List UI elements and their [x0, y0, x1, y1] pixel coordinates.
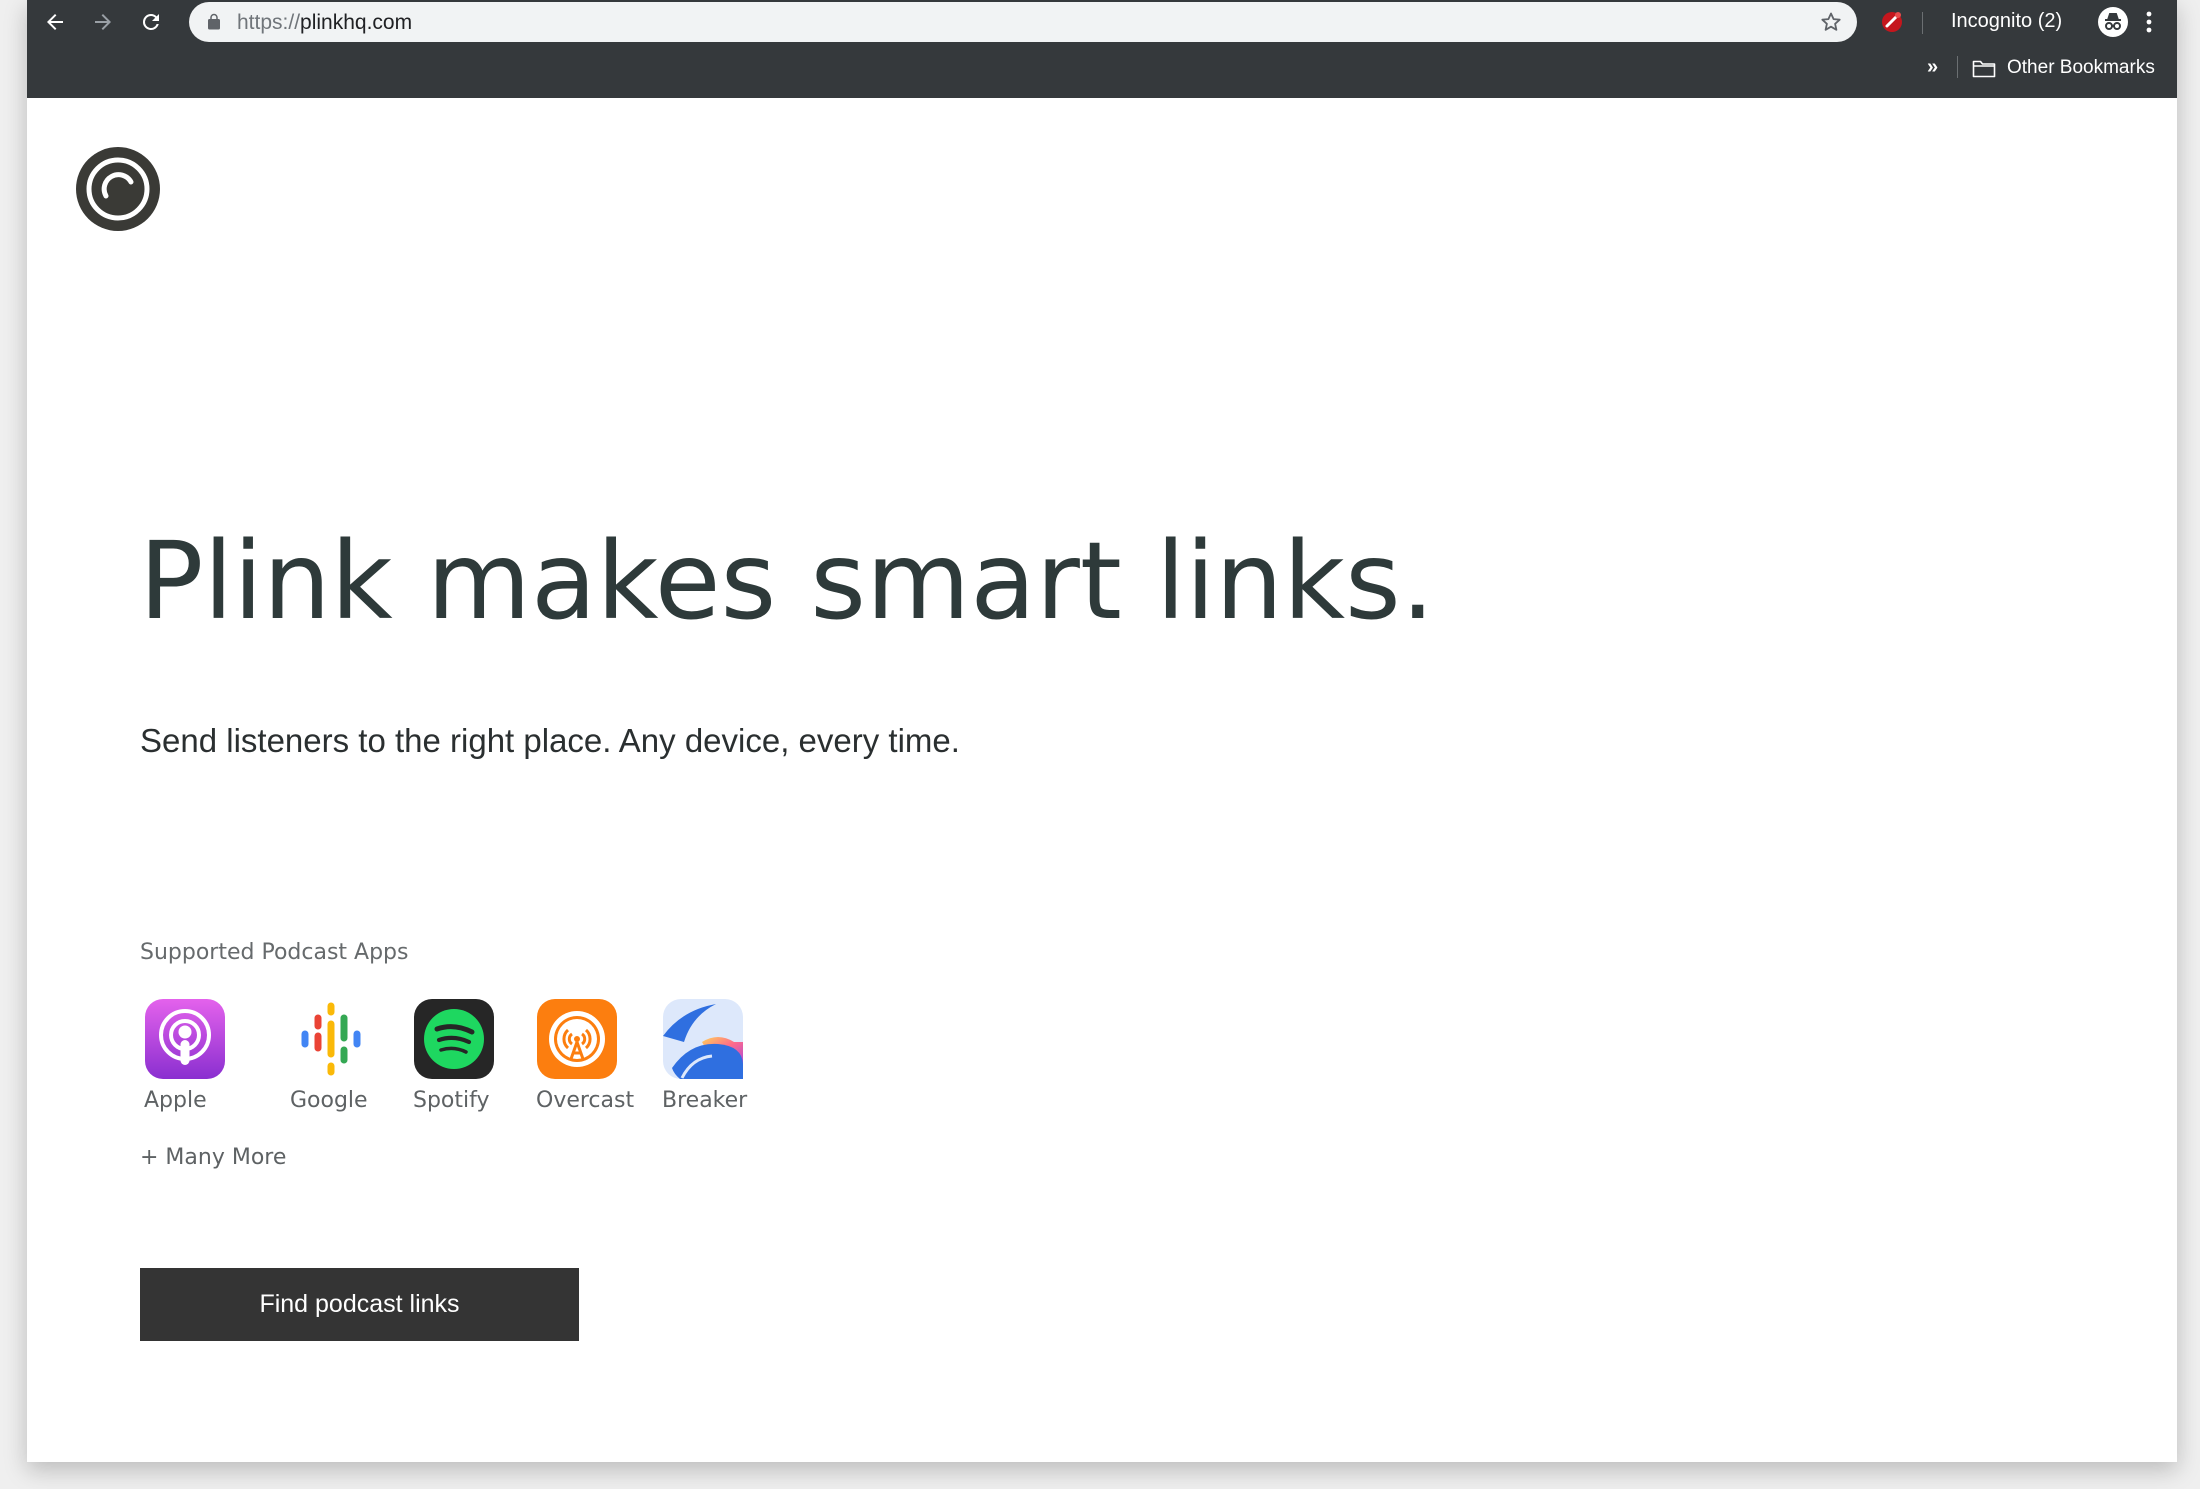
- toolbar-divider: [1922, 12, 1923, 34]
- back-icon[interactable]: [39, 6, 71, 38]
- app-label-apple: Apple: [144, 1088, 207, 1113]
- incognito-icon[interactable]: [2097, 6, 2129, 38]
- app-label-spotify: Spotify: [413, 1088, 490, 1113]
- app-label-google: Google: [290, 1088, 368, 1113]
- app-label-overcast: Overcast: [536, 1088, 635, 1113]
- apple-podcasts-icon: [145, 999, 225, 1079]
- page-tagline: Send listeners to the right place. Any d…: [140, 722, 960, 759]
- bookmarks-overflow-chevron[interactable]: »: [1927, 56, 1938, 79]
- star-icon[interactable]: [1819, 10, 1843, 34]
- forward-icon[interactable]: [87, 6, 119, 38]
- browser-window: https://plinkhq.com Incognito (2) » Othe…: [27, 0, 2177, 1462]
- many-more-link[interactable]: + Many More: [140, 1145, 286, 1170]
- reload-icon[interactable]: [135, 6, 167, 38]
- browser-toolbar: https://plinkhq.com Incognito (2) » Othe…: [27, 0, 2177, 98]
- google-podcasts-icon: [301, 1002, 361, 1076]
- url-host: plinkhq.com: [300, 11, 413, 34]
- plink-logo-icon[interactable]: [75, 146, 161, 232]
- breaker-icon: [663, 999, 743, 1079]
- menu-icon[interactable]: [2137, 8, 2161, 36]
- find-podcast-links-button[interactable]: Find podcast links: [140, 1268, 579, 1341]
- overcast-icon: [537, 999, 617, 1079]
- app-label-breaker: Breaker: [662, 1088, 748, 1113]
- supported-apps-heading: Supported Podcast Apps: [140, 940, 409, 965]
- extension-icon[interactable]: [1878, 7, 1906, 35]
- folder-icon[interactable]: [1972, 58, 1996, 78]
- bookmarks-divider: [1957, 56, 1958, 78]
- url-scheme: https://: [237, 11, 301, 34]
- other-bookmarks-label[interactable]: Other Bookmarks: [2007, 57, 2155, 79]
- lock-icon: [208, 13, 220, 30]
- spotify-icon: [414, 999, 494, 1079]
- url-text: https://plinkhq.com: [237, 11, 412, 35]
- incognito-label[interactable]: Incognito (2): [1951, 10, 2062, 33]
- page-headline: Plink makes smart links.: [139, 520, 1435, 644]
- address-bar[interactable]: https://plinkhq.com: [189, 2, 1857, 42]
